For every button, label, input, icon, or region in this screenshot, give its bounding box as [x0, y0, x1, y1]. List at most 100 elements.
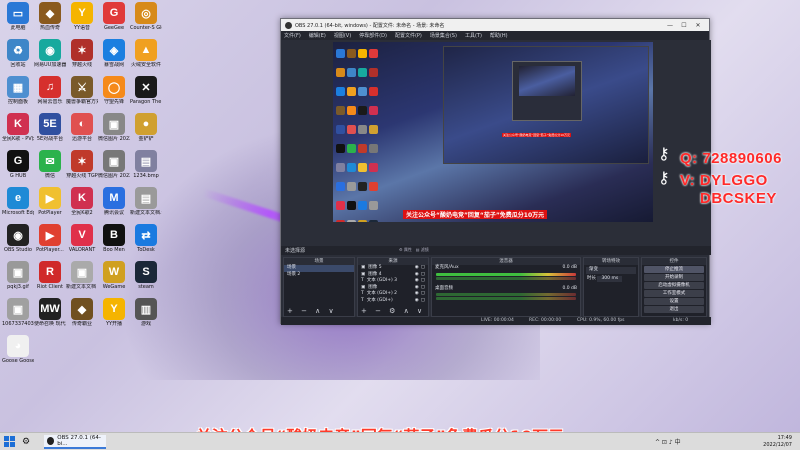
desktop-icon[interactable]: ✶ 穿越火线	[66, 39, 98, 68]
desktop-icon-label: 暴雪战网	[103, 62, 124, 68]
volume-meter[interactable]	[436, 272, 576, 276]
desktop-icon[interactable]: ▣微信图片 20221207...	[98, 150, 130, 179]
scenes-dock-controls[interactable]: + − ∧ ∨	[287, 307, 337, 315]
menu-scene-collection[interactable]: 场景集合(S)	[430, 32, 457, 39]
maximize-button[interactable]: ☐	[677, 22, 691, 29]
preview-mini-icon	[358, 163, 367, 172]
desktop-icon[interactable]: ♫ 网易云音乐	[34, 76, 66, 105]
desktop-icon[interactable]: ◯ 守望先锋	[98, 76, 130, 105]
desktop-icon[interactable]: ♻ 回收站	[2, 39, 34, 68]
sources-dock-controls[interactable]: + − ⚙ ∧ ∨	[361, 307, 425, 315]
desktop-icon-label: YY开播	[105, 321, 123, 327]
desktop-icon[interactable]: ✕Paragon The Over...	[130, 76, 162, 105]
volume-meter[interactable]	[436, 293, 576, 296]
close-button[interactable]: ✕	[691, 22, 705, 29]
desktop-icon[interactable]: ● 金铲铲	[130, 113, 162, 142]
start-button[interactable]	[4, 436, 15, 447]
desktop-icon-label: G HUB	[9, 173, 27, 179]
desktop-icon[interactable]: ◎Counter-S Global Off...	[130, 2, 162, 31]
desktop-icon[interactable]: ◈ 暴雪战网	[98, 39, 130, 68]
app-icon: ✉	[39, 150, 61, 172]
app-icon: ▥	[135, 298, 157, 320]
lock-icon[interactable]: ▢	[421, 298, 425, 305]
desktop-icon[interactable]: ▤ 1234.bmp	[130, 150, 162, 179]
taskbar-clock[interactable]: 17:49 2022/12/07	[763, 435, 792, 448]
properties-button[interactable]: ⚙ 属性	[399, 247, 412, 252]
minimize-button[interactable]: —	[663, 22, 677, 29]
taskbar-obs-item[interactable]: OBS 27.0.1 (64-bi...	[44, 435, 106, 449]
desktop-icon[interactable]: ▦ 控制面板	[2, 76, 34, 105]
app-icon: e	[7, 187, 29, 209]
obs-window[interactable]: OBS 27.0.1 (64-bit, windows) - 配置文件: 未命名…	[280, 18, 711, 325]
desktop-icon[interactable]: ◐ 迅游平台	[66, 113, 98, 142]
desktop-icon[interactable]: ◆ 传奇霸业	[66, 298, 98, 327]
source-item[interactable]: T 文本 (GDI+) ◉ ▢	[358, 298, 428, 305]
menu-tools[interactable]: 工具(T)	[465, 32, 482, 39]
desktop-icon[interactable]: 5E 5E对战平台	[34, 113, 66, 142]
filters-button[interactable]: ▤ 滤镜	[416, 247, 429, 252]
steam-taskbar-icon[interactable]: ⚙	[22, 435, 30, 449]
exit-button[interactable]: 退出	[644, 306, 704, 313]
desktop-icon[interactable]: K全民K歌 - PV比赛版	[2, 113, 34, 142]
desktop-icon[interactable]: ◉ 网易UU加速器	[34, 39, 66, 68]
desktop-icon[interactable]: ▣1067337403 加入广告...	[2, 298, 34, 327]
desktop-icon[interactable]: R Riot Client	[34, 261, 66, 290]
preview-mini-icon	[347, 125, 356, 134]
desktop-icon[interactable]: ◆ 热血传奇	[34, 2, 66, 31]
desktop-icon[interactable]: ▶ PotPlayer	[34, 187, 66, 216]
desktop-icon[interactable]: ▶ PotPlayer...	[34, 224, 66, 253]
desktop-icon[interactable]: ▣ pqkj3.gif	[2, 261, 34, 290]
menu-view[interactable]: 视图(V)	[334, 32, 351, 39]
duration-input[interactable]: 300 ms	[597, 275, 623, 282]
desktop-icon-label: 微信图片 20221207...	[98, 173, 130, 179]
app-icon: ◯	[103, 76, 125, 98]
desktop-icon[interactable]: Y YY开播	[98, 298, 130, 327]
desktop-icon[interactable]: ✉ 微信	[34, 150, 66, 179]
desktop-icon[interactable]: ⚔魔兽争霸官方对战平台	[66, 76, 98, 105]
desktop-icon[interactable]: GG HUB	[2, 150, 34, 179]
desktop-icon[interactable]: Ssteam	[130, 261, 162, 290]
desktop-icon[interactable]: eMicrosoft Edge	[2, 187, 34, 216]
start-recording-button[interactable]: 开始录制	[644, 274, 704, 281]
desktop-icon[interactable]: Y YY语音	[66, 2, 98, 31]
desktop-icon[interactable]: ▭ 此电脑	[2, 2, 34, 31]
menu-profile[interactable]: 配置文件(P)	[395, 32, 422, 39]
desktop-icon[interactable]: ▲ 火绒安全软件	[130, 39, 162, 68]
menu-help[interactable]: 帮助(H)	[490, 32, 508, 39]
desktop-icon[interactable]: V VALORANT	[66, 224, 98, 253]
desktop-icon[interactable]: MW使命召唤 现代战争...	[34, 298, 66, 327]
settings-button[interactable]: 设置	[644, 298, 704, 305]
preview-canvas[interactable]: 关注公众号“酸奶电竞”回复“茄子”免费瓜分10万元 关注公众号“酸奶电竞”回复“…	[333, 42, 653, 222]
preview-area[interactable]: 关注公众号“酸奶电竞”回复“茄子”免费瓜分10万元 关注公众号“酸奶电竞”回复“…	[281, 40, 711, 246]
volume-slider[interactable]	[436, 276, 576, 280]
menu-file[interactable]: 文件(F)	[284, 32, 301, 39]
desktop-icon[interactable]: K 全民K歌2	[66, 187, 98, 216]
desktop-icon[interactable]: G GeeGee	[98, 2, 130, 31]
desktop-icon[interactable]: ▥ 游戏	[130, 298, 162, 327]
app-icon: R	[39, 261, 61, 283]
obs-titlebar[interactable]: OBS 27.0.1 (64-bit, windows) - 配置文件: 未命名…	[281, 19, 709, 31]
desktop-icon[interactable]: B Boo Men	[98, 224, 130, 253]
menu-docks[interactable]: 停靠部件(D)	[359, 32, 387, 39]
desktop-icon[interactable]: ✶ 穿越火线 TGP	[66, 150, 98, 179]
desktop-icon[interactable]: ▣微信图片 20221207...	[98, 113, 130, 142]
desktop-icon[interactable]: ▣新建文本文档 11.6.png	[66, 261, 98, 290]
desktop-icon-label: pqkj3.gif	[7, 284, 29, 290]
virtual-camera-button[interactable]: 启动虚拟摄像机	[644, 282, 704, 289]
desktop-icon[interactable]: ▤新建文本文档.txt	[130, 187, 162, 216]
transition-select[interactable]: 渐变	[586, 267, 636, 274]
desktop-icon[interactable]: W WeGame	[98, 261, 130, 290]
mixer-track-db: 0.0 dB	[562, 265, 577, 270]
studio-mode-button[interactable]: 工作室模式	[644, 290, 704, 297]
preview-mini-icon	[358, 106, 367, 115]
desktop-icon[interactable]: ⇄ ToDesk	[130, 224, 162, 253]
volume-slider[interactable]	[436, 297, 576, 300]
desktop-icon[interactable]: ◉ OBS Studio	[2, 224, 34, 253]
scene-item[interactable]: 场景 2	[284, 272, 354, 279]
visibility-eye-icon[interactable]: ◉	[415, 298, 419, 305]
system-tray[interactable]: ^ ⊡ ♪ 中	[655, 437, 681, 446]
desktop-icon[interactable]: M 腾讯会议	[98, 187, 130, 216]
stop-streaming-button[interactable]: 停止推流	[644, 266, 704, 273]
menu-edit[interactable]: 编辑(E)	[309, 32, 326, 39]
desktop-icon[interactable]: ◕Goose Goose Duck	[2, 335, 34, 364]
